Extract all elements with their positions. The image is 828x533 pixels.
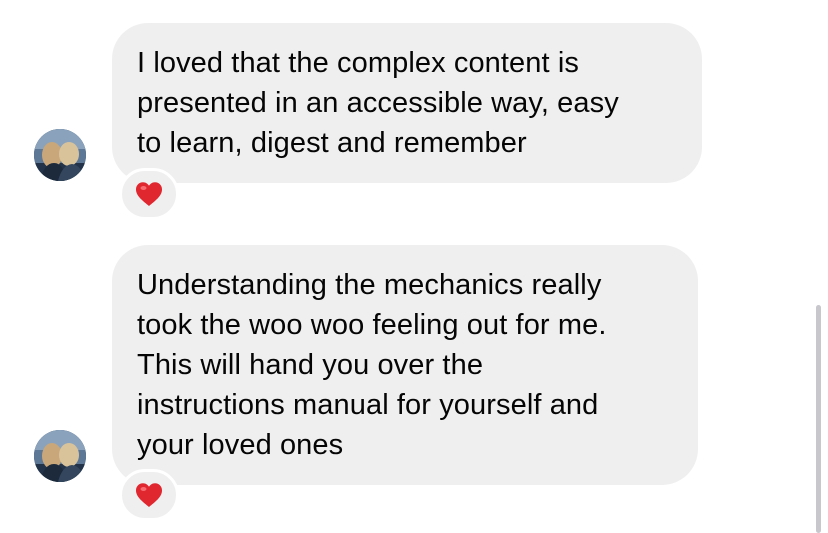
avatar-photo-icon <box>34 430 86 482</box>
message-bubble[interactable]: Understanding the mechanics really took … <box>112 245 698 485</box>
heart-icon <box>136 182 162 206</box>
scrollbar[interactable] <box>816 305 821 533</box>
heart-icon <box>136 483 162 507</box>
avatar-photo-icon <box>34 129 86 181</box>
message-bubble[interactable]: I loved that the complex content is pres… <box>112 23 702 183</box>
message-text: Understanding the mechanics really took … <box>137 269 607 461</box>
reaction-badge[interactable] <box>119 168 179 220</box>
sender-avatar[interactable] <box>34 430 86 482</box>
message-text: I loved that the complex content is pres… <box>137 47 619 159</box>
chat-thread: I loved that the complex content is pres… <box>0 0 828 533</box>
reaction-badge[interactable] <box>119 469 179 521</box>
sender-avatar[interactable] <box>34 129 86 181</box>
